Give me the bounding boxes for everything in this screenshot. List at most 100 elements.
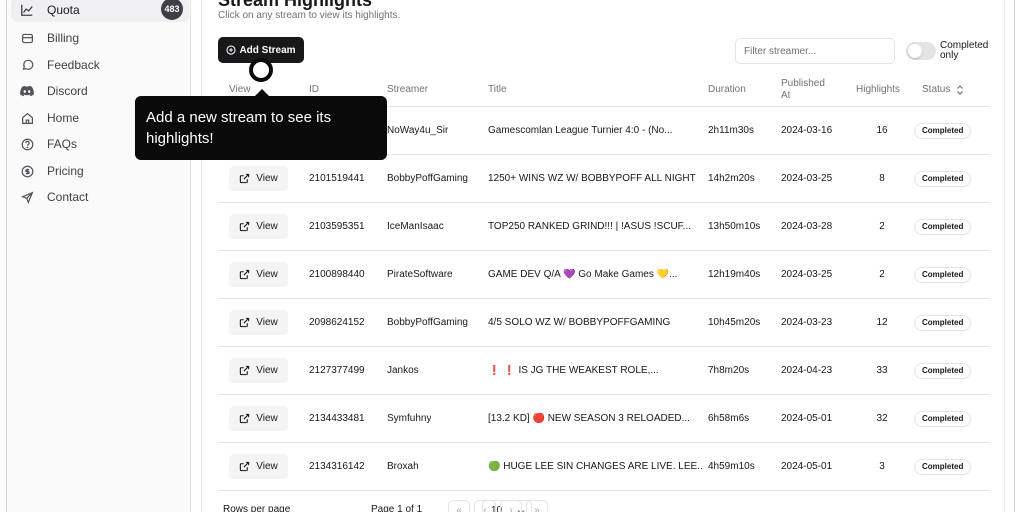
view-button-label: View [256, 269, 278, 280]
cell-title: Gamescomlan League Turnier 4:0 - (No... [488, 107, 703, 154]
page-subtitle: Click on any stream to view its highligh… [218, 10, 401, 21]
view-stream-button[interactable]: View [229, 310, 288, 335]
external-link-icon [239, 461, 250, 472]
main-content: Stream Highlights Click on any stream to… [192, 0, 1014, 512]
column-header-streamer: Streamer [387, 84, 429, 95]
cell-title-text: TOP250 RANKED GRIND!!! | !ASUS !SCUF... [488, 221, 692, 232]
cell-title-text: 4/5 SOLO WZ W/ BOBBYPOFFGAMING [488, 317, 671, 328]
table-row[interactable]: View 2103595351 IceManIsaac TOP250 RANKED G… [218, 203, 990, 251]
completed-only-toggle[interactable] [906, 42, 936, 60]
sidebar-item-label: Billing [47, 31, 80, 45]
cell-highlights-text: 3 [879, 461, 885, 472]
cell-streamer-text: Broxah [387, 461, 419, 472]
sidebar-item-label: Quota [47, 3, 80, 17]
cell-id: 2098624152 [309, 299, 384, 346]
discord-icon [19, 83, 35, 99]
next-page-button[interactable]: › [500, 500, 522, 512]
cell-streamer-text: NoWay4u_Sir [387, 125, 449, 136]
cell-highlights: 33 [856, 347, 908, 394]
table-row[interactable]: View 2134316142 Broxah 🟢 HUGE LEE SIN CHANG… [218, 443, 990, 491]
dollar-circle-icon [19, 163, 35, 179]
table-row[interactable]: View 2134433481 Symfuhny [13.2 KD] 🔴 NEW SE… [218, 395, 990, 443]
cell-published-at: 2024-03-16 [781, 107, 849, 154]
cell-highlights-text: 33 [876, 365, 888, 376]
cell-title: GAME DEV Q/A 💜 Go Make Games 💛... [488, 251, 703, 298]
view-stream-button[interactable]: View [229, 166, 288, 191]
filter-streamer-input[interactable] [735, 38, 895, 64]
sidebar-item-label: FAQs [47, 137, 78, 151]
cell-duration-text: 7h8m20s [708, 365, 750, 376]
status-badge: Completed [914, 362, 972, 379]
cell-id: 2134433481 [309, 395, 384, 442]
first-page-button[interactable]: « [448, 500, 470, 512]
view-stream-button[interactable]: View [229, 262, 288, 287]
external-link-icon [239, 269, 250, 280]
cell-published-at: 2024-04-23 [781, 347, 849, 394]
last-page-button[interactable]: » [526, 500, 548, 512]
cell-highlights: 12 [856, 299, 908, 346]
cell-highlights-text: 8 [879, 173, 885, 184]
cell-title: 4/5 SOLO WZ W/ BOBBYPOFFGAMING [488, 299, 703, 346]
view-stream-button[interactable]: View [229, 214, 288, 239]
cell-duration-text: 6h58m6s [708, 413, 750, 424]
cell-title-text: 🟢 HUGE LEE SIN CHANGES ARE LIVE. LEE... [488, 461, 703, 472]
cell-id: 2127377499 [309, 347, 384, 394]
cell-id: 2134316142 [309, 443, 384, 490]
toggle-knob [908, 44, 922, 58]
view-stream-button[interactable]: View [229, 454, 288, 479]
previous-page-button[interactable]: ‹ [474, 500, 496, 512]
status-badge: Completed [914, 170, 972, 187]
view-stream-button[interactable]: View [229, 406, 288, 431]
cell-published-at: 2024-05-01 [781, 395, 849, 442]
table-row[interactable]: View 2098624152 BobbyPoffGaming 4/5 SOLO WZ… [218, 299, 990, 347]
column-header-status[interactable]: Status [922, 84, 964, 96]
cell-id: 2103595351 [309, 203, 384, 250]
table-row[interactable]: View 2101519441 BobbyPoffGaming 1250+ WINS … [218, 155, 990, 203]
sidebar-item-quota[interactable]: Quota 483 [11, 0, 189, 22]
page-indicator: Page 1 of 1 [371, 504, 423, 512]
status-badge: Completed [914, 122, 972, 139]
cell-streamer-text: Symfuhny [387, 413, 432, 424]
cell-published-at: 2024-05-01 [781, 443, 849, 490]
sidebar-item-label: Feedback [47, 58, 100, 72]
cell-highlights: 16 [856, 107, 908, 154]
cell-id-text: 2098624152 [309, 317, 365, 328]
sidebar-item-billing[interactable]: Billing [11, 26, 189, 50]
table-row[interactable]: View 2100898440 PirateSoftware GAME DEV Q/A… [218, 251, 990, 299]
cell-duration-text: 12h19m40s [708, 269, 761, 280]
sort-updown-icon [956, 85, 964, 95]
cell-published-at-text: 2024-03-25 [781, 269, 833, 280]
sidebar-item-label: Home [47, 111, 80, 125]
column-header-title: Title [488, 84, 507, 95]
cell-status: Completed [914, 203, 986, 250]
sidebar-item-feedback[interactable]: Feedback [11, 53, 189, 77]
cell-streamer-text: PirateSoftware [387, 269, 453, 280]
cell-highlights: 2 [856, 251, 908, 298]
cell-streamer-text: IceManIsaac [387, 221, 444, 232]
plus-circle-icon [226, 45, 236, 55]
cell-streamer-text: BobbyPoffGaming [387, 317, 468, 328]
cell-duration: 13h50m10s [708, 203, 778, 250]
status-badge: Completed [914, 266, 972, 283]
click-indicator-ring [249, 58, 273, 82]
cell-duration: 10h45m20s [708, 299, 778, 346]
cell-published-at: 2024-03-25 [781, 251, 849, 298]
cell-published-at: 2024-03-23 [781, 299, 849, 346]
cell-id: 2100898440 [309, 251, 384, 298]
status-badge: Completed [914, 314, 972, 331]
view-stream-button[interactable]: View [229, 358, 288, 383]
cell-title: [13.2 KD] 🔴 NEW SEASON 3 RELOADED... [488, 395, 703, 442]
cell-id-text: 2134316142 [309, 461, 365, 472]
cell-title-text: Gamescomlan League Turnier 4:0 - (No... [488, 125, 673, 136]
cell-highlights: 32 [856, 395, 908, 442]
table-row[interactable]: View 2127377499 Jankos ❗ ❗ IS JG THE WEAKES… [218, 347, 990, 395]
cell-published-at-text: 2024-03-25 [781, 173, 833, 184]
sidebar-item-contact[interactable]: Contact [11, 185, 189, 209]
sidebar-item-pricing[interactable]: Pricing [11, 159, 189, 183]
cell-streamer: IceManIsaac [387, 203, 485, 250]
cell-id-text: 2103595351 [309, 221, 365, 232]
rows-per-page-label: Rows per page [223, 504, 291, 512]
home-icon [19, 110, 35, 126]
cell-status: Completed [914, 347, 986, 394]
column-header-duration: Duration [708, 84, 746, 95]
